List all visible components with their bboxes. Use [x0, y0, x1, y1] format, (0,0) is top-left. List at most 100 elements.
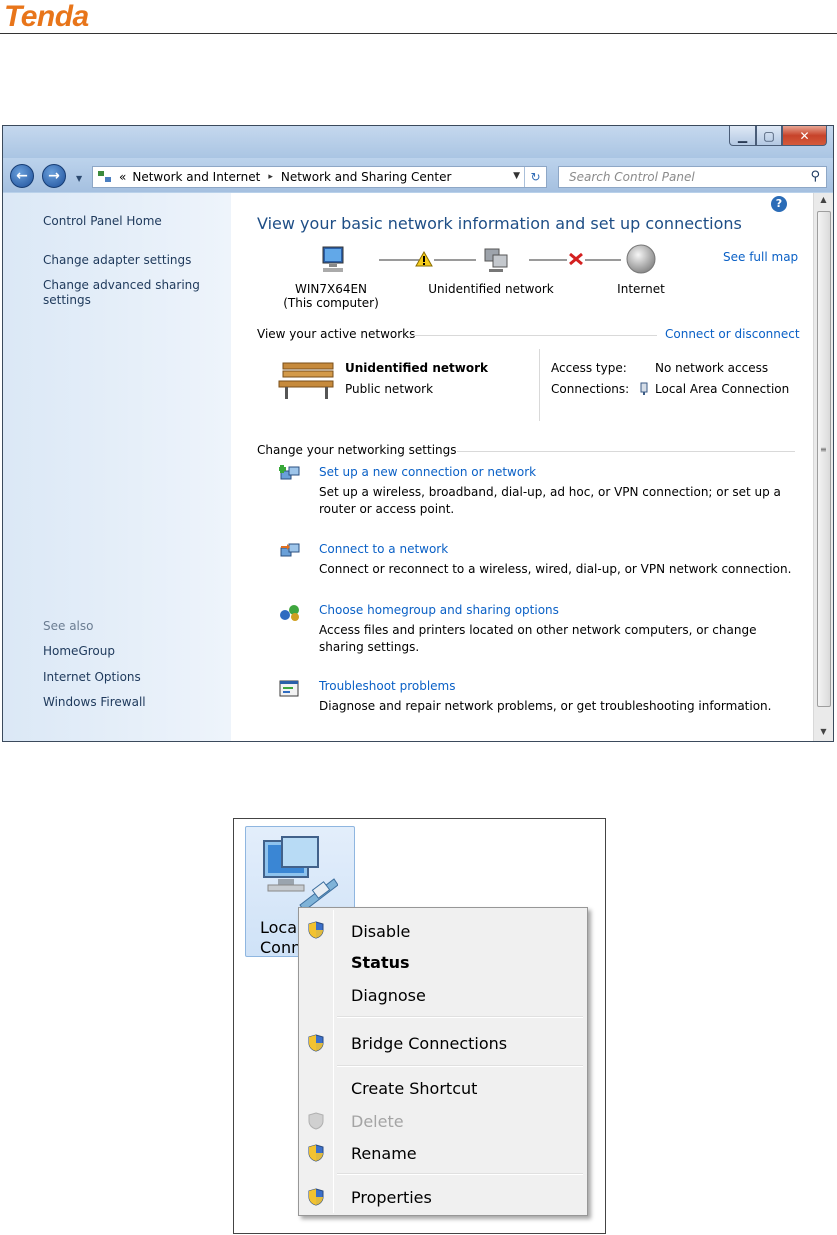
menu-item-create-shortcut[interactable]: Create Shortcut: [351, 1079, 477, 1099]
network-adapter-icon: [263, 836, 338, 912]
scroll-up-icon[interactable]: ▲: [814, 195, 833, 204]
local-area-connection-link[interactable]: Local Area Connection: [655, 382, 789, 396]
sidebar-advanced-line2: settings: [43, 293, 91, 307]
address-bar[interactable]: « Network and Internet ▸ Network and Sha…: [92, 166, 547, 188]
connections-label: Connections:: [551, 382, 630, 396]
computer-icon: [322, 246, 344, 272]
active-networks-rule: [411, 335, 657, 336]
navigation-bar: ← → ▼ « Network and Internet ▸ Network a…: [3, 158, 833, 192]
task-new-connection-link[interactable]: Set up a new connection or network: [319, 465, 536, 479]
context-menu: Disable Status Diagnose Bridge Connectio…: [298, 907, 588, 1216]
task-troubleshoot-desc: Diagnose and repair network problems, or…: [319, 699, 772, 713]
caption-buttons: ▁ ▢ ✕: [729, 126, 827, 146]
change-settings-rule: [457, 451, 795, 452]
page: Tenda ▁ ▢ ✕ ← → ▼ « Network and Internet…: [0, 0, 837, 1235]
close-button[interactable]: ✕: [782, 126, 827, 146]
map-computer-label[interactable]: WIN7X64EN (This computer): [281, 282, 381, 310]
menu-item-disable[interactable]: Disable: [351, 922, 410, 942]
sidebar-control-panel-home[interactable]: Control Panel Home: [43, 214, 162, 229]
uac-shield-icon: [308, 921, 324, 939]
ethernet-icon: [640, 382, 648, 395]
menu-item-bridge-connections[interactable]: Bridge Connections: [351, 1034, 507, 1054]
menu-separator: [337, 1173, 583, 1175]
recent-pages-dropdown[interactable]: ▼: [76, 174, 82, 183]
vertical-scrollbar[interactable]: ▲ ≡ ▼: [813, 193, 833, 741]
network-connections-view: Local A Conn Disable Status Diagnose Bri…: [233, 818, 606, 1234]
scrollbar-grip-icon: ≡: [820, 445, 827, 454]
menu-item-diagnose[interactable]: Diagnose: [351, 986, 426, 1006]
menu-item-rename[interactable]: Rename: [351, 1144, 417, 1164]
maximize-button[interactable]: ▢: [756, 126, 782, 146]
network-category-link[interactable]: Public network: [345, 382, 433, 396]
connect-network-icon: [280, 543, 300, 557]
map-link-network-x: [529, 259, 567, 261]
page-title: View your basic network information and …: [257, 214, 742, 233]
troubleshoot-icon: [279, 680, 299, 697]
search-placeholder: Search Control Panel: [569, 170, 695, 184]
menu-item-status[interactable]: Status: [351, 953, 410, 973]
computer-name: WIN7X64EN: [294, 282, 368, 296]
menu-item-delete: Delete: [351, 1112, 404, 1131]
minimize-button[interactable]: ▁: [729, 126, 756, 146]
uac-shield-icon: [308, 1188, 324, 1206]
sidebar-change-advanced-sharing[interactable]: Change advanced sharing settings: [43, 278, 200, 308]
address-dropdown-icon[interactable]: ▼: [513, 171, 520, 181]
map-link-x-internet: [585, 259, 621, 261]
new-connection-icon: [279, 465, 300, 480]
title-bar[interactable]: ▁ ▢ ✕: [3, 126, 833, 158]
sidebar-internet-options[interactable]: Internet Options: [43, 670, 141, 685]
sidebar-advanced-line1: Change advanced sharing: [43, 278, 200, 292]
back-button[interactable]: ←: [10, 164, 34, 188]
map-network-label[interactable]: Unidentified network: [416, 282, 566, 296]
map-internet-label[interactable]: Internet: [611, 282, 671, 296]
refresh-icon[interactable]: ↻: [524, 167, 546, 187]
uac-shield-icon: [308, 1144, 324, 1162]
see-full-map-link[interactable]: See full map: [723, 250, 798, 264]
menu-gutter: [333, 910, 334, 1213]
crumb-network-sharing-center[interactable]: Network and Sharing Center: [281, 170, 452, 184]
help-icon[interactable]: ?: [771, 196, 787, 212]
warning-icon: [415, 251, 433, 267]
window-content: Control Panel Home Change adapter settin…: [3, 193, 833, 741]
crumb-separator[interactable]: ▸: [268, 172, 273, 182]
sidebar-windows-firewall[interactable]: Windows Firewall: [43, 695, 146, 710]
sidebar-homegroup[interactable]: HomeGroup: [43, 644, 115, 659]
active-network-name: Unidentified network: [345, 361, 488, 375]
task-connect-network-link[interactable]: Connect to a network: [319, 542, 448, 556]
sidebar-change-adapter-settings[interactable]: Change adapter settings: [43, 253, 191, 268]
globe-icon: [626, 244, 656, 274]
close-icon: ✕: [799, 128, 810, 143]
connect-or-disconnect-link[interactable]: Connect or disconnect: [665, 327, 800, 341]
task-homegroup-link[interactable]: Choose homegroup and sharing options: [319, 603, 559, 617]
menu-separator: [337, 1016, 583, 1018]
access-type-value: No network access: [655, 361, 769, 375]
task-troubleshoot-link[interactable]: Troubleshoot problems: [319, 679, 455, 693]
back-arrow-icon: ←: [16, 168, 28, 184]
see-also-label: See also: [43, 619, 94, 633]
map-link-warning-network: [434, 259, 476, 261]
scrollbar-thumb[interactable]: [817, 211, 831, 707]
change-settings-label: Change your networking settings: [257, 443, 457, 457]
forward-arrow-icon: →: [48, 168, 60, 184]
forward-button[interactable]: →: [42, 164, 66, 188]
task-connect-network-desc: Connect or reconnect to a wireless, wire…: [319, 562, 792, 576]
minimize-icon: ▁: [737, 128, 748, 143]
task-new-connection-desc: Set up a wireless, broadband, dial-up, a…: [319, 485, 781, 516]
address-overflow[interactable]: «: [119, 170, 126, 184]
scroll-down-icon[interactable]: ▼: [814, 727, 833, 736]
header-rule: [0, 33, 837, 34]
computer-sub: (This computer): [283, 296, 379, 310]
network-folder-icon: [97, 170, 113, 184]
menu-item-properties[interactable]: Properties: [351, 1188, 432, 1208]
active-networks-divider: [539, 349, 540, 421]
search-icon[interactable]: ⚲: [810, 167, 820, 187]
menu-separator: [337, 1065, 583, 1067]
maximize-icon: ▢: [763, 128, 775, 143]
task-homegroup-desc: Access files and printers located on oth…: [319, 623, 757, 654]
search-input[interactable]: Search Control Panel ⚲: [558, 166, 827, 188]
disconnected-x-icon: [569, 252, 583, 266]
uac-shield-icon: [308, 1034, 324, 1052]
map-link-computer-network: [379, 259, 419, 261]
park-bench-icon: [278, 362, 334, 399]
crumb-network-internet[interactable]: Network and Internet: [132, 170, 260, 184]
